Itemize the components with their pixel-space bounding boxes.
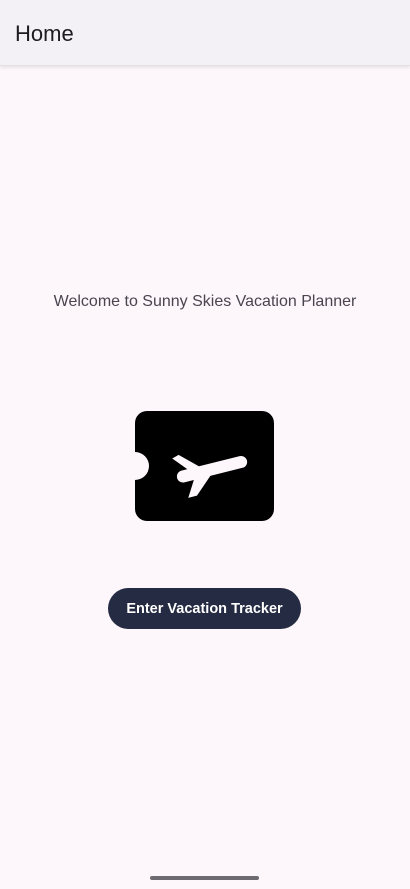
top-app-bar: Home bbox=[0, 0, 410, 66]
home-indicator[interactable] bbox=[150, 876, 259, 880]
page-title: Home bbox=[15, 21, 74, 46]
airplane-ticket-icon bbox=[135, 411, 274, 521]
enter-vacation-tracker-button[interactable]: Enter Vacation Tracker bbox=[108, 588, 301, 629]
welcome-text: Welcome to Sunny Skies Vacation Planner bbox=[53, 293, 357, 310]
